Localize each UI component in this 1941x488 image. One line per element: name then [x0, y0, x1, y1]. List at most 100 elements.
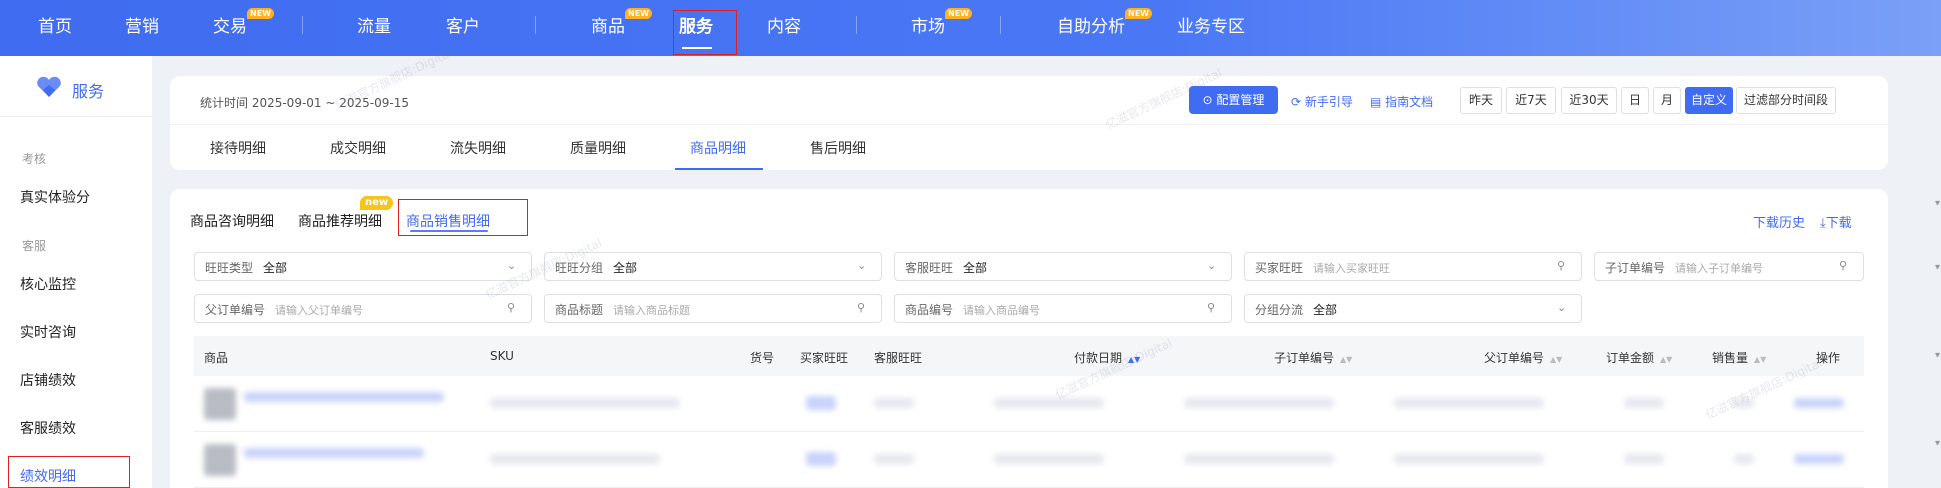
action-blurred[interactable]: [1794, 454, 1844, 464]
range-7days[interactable]: 近7天: [1506, 87, 1556, 114]
parent-order-blurred: [1394, 454, 1544, 464]
filter-sub-order[interactable]: 子订单编号 请输入子订单编号 ⚲: [1594, 252, 1864, 281]
filter-label: 旺旺类型: [205, 261, 254, 275]
sidebar-item-core-monitor[interactable]: 核心监控: [20, 274, 76, 294]
filter-product-code[interactable]: 商品编号 请输入商品编号 ⚲: [894, 294, 1232, 323]
cs-blurred: [874, 454, 914, 464]
tab-lost[interactable]: 流失明细: [450, 138, 506, 158]
settings-icon: ⊙: [1202, 93, 1217, 107]
sub-order-blurred: [1184, 454, 1334, 464]
subtab-product-consult[interactable]: 商品咨询明细: [190, 211, 274, 231]
download-history-link[interactable]: 下载历史: [1753, 212, 1805, 231]
filter-product-title[interactable]: 商品标题 请输入商品标题 ⚲: [544, 294, 882, 323]
product-name-blurred[interactable]: [244, 448, 424, 458]
column-cs-wangwang: 客服旺旺: [874, 351, 923, 365]
subtab-product-recommend[interactable]: 商品推荐明细: [298, 211, 382, 231]
nav-separator: [535, 16, 536, 34]
tab-after-sales[interactable]: 售后明细: [810, 138, 866, 158]
nav-item-market[interactable]: 市场 NEW: [911, 8, 972, 37]
chevron-down-icon[interactable]: ▾: [1935, 262, 1940, 273]
tab-reception[interactable]: 接待明细: [210, 138, 266, 158]
nav-separator: [856, 16, 857, 34]
nav-item-customer[interactable]: 客户: [446, 12, 480, 37]
nav-item-content[interactable]: 内容: [767, 12, 801, 37]
column-order-amount[interactable]: 订单金额 ▲▼: [1606, 349, 1672, 366]
filter-placeholder: 请输入子订单编号: [1675, 262, 1763, 275]
sidebar-item-store-performance[interactable]: 店铺绩效: [20, 370, 76, 390]
detail-card: 商品咨询明细 商品推荐明细 new 商品销售明细 下载历史 ⤓下载 旺旺类型 全…: [170, 189, 1888, 488]
search-icon: ⚲: [1557, 259, 1566, 272]
new-badge: new: [360, 196, 394, 210]
document-icon: ▤: [1370, 95, 1386, 109]
sort-icon[interactable]: ▲▼: [1660, 355, 1672, 364]
product-thumbnail: [204, 388, 236, 420]
product-name-blurred[interactable]: [244, 392, 444, 402]
range-custom[interactable]: 自定义: [1685, 87, 1733, 114]
sidebar-item-real-experience-score[interactable]: 真实体验分: [20, 187, 90, 207]
search-icon: ⚲: [1839, 259, 1848, 272]
filter-time-button[interactable]: 过滤部分时间段: [1736, 87, 1836, 114]
buyer-blurred[interactable]: [806, 396, 836, 410]
download-link[interactable]: ⤓下载: [1820, 212, 1852, 231]
tab-deal[interactable]: 成交明细: [330, 138, 386, 158]
search-icon: ⚲: [857, 301, 866, 314]
new-badge: NEW: [247, 8, 274, 19]
table-row[interactable]: [194, 376, 1864, 432]
nav-item-home[interactable]: 首页: [38, 12, 72, 37]
filter-value: 全部: [963, 261, 988, 275]
divider: [170, 124, 1888, 125]
column-sales-qty[interactable]: 销售量 ▲▼: [1712, 349, 1766, 366]
column-parent-order[interactable]: 父订单编号 ▲▼: [1484, 349, 1562, 366]
new-badge: NEW: [1125, 8, 1152, 19]
new-badge: NEW: [945, 8, 972, 19]
chevron-down-icon[interactable]: ▾: [1935, 350, 1940, 361]
filter-value: 全部: [613, 261, 638, 275]
divider: [0, 116, 152, 117]
nav-item-trade[interactable]: 交易 NEW: [213, 8, 274, 37]
doc-link[interactable]: ▤ 指南文档: [1370, 93, 1433, 110]
tab-product[interactable]: 商品明细: [690, 138, 746, 158]
range-yesterday[interactable]: 昨天: [1460, 87, 1502, 114]
nav-item-self-analysis[interactable]: 自助分析 NEW: [1057, 8, 1152, 37]
range-30days[interactable]: 近30天: [1561, 87, 1617, 114]
sort-icon[interactable]: ▲▼: [1550, 355, 1562, 364]
chevron-down-icon: ⌄: [857, 259, 867, 272]
filter-wangwang-group[interactable]: 旺旺分组 全部 ⌄: [544, 252, 882, 281]
guide-link[interactable]: ⟳ 新手引导: [1291, 93, 1353, 110]
tab-active-indicator: [675, 168, 763, 170]
filter-parent-order[interactable]: 父订单编号 请输入父订单编号 ⚲: [194, 294, 532, 323]
sort-icon[interactable]: ▲▼: [1754, 355, 1766, 364]
sidebar-item-cs-performance[interactable]: 客服绩效: [20, 418, 76, 438]
range-month[interactable]: 月: [1653, 87, 1681, 114]
sidebar-item-realtime-consult[interactable]: 实时咨询: [20, 322, 76, 342]
filter-placeholder: 请输入父订单编号: [275, 304, 363, 317]
chevron-down-icon[interactable]: ▾: [1935, 438, 1940, 449]
nav-item-business-zone[interactable]: 业务专区: [1177, 12, 1245, 37]
filter-wangwang-type[interactable]: 旺旺类型 全部 ⌄: [194, 252, 532, 281]
search-icon: ⚲: [507, 301, 516, 314]
filter-group-flow[interactable]: 分组分流 全部 ⌄: [1244, 294, 1582, 323]
buyer-blurred[interactable]: [806, 452, 836, 466]
column-sub-order[interactable]: 子订单编号 ▲▼: [1274, 349, 1352, 366]
nav-item-marketing[interactable]: 营销: [125, 12, 159, 37]
filter-placeholder: 请输入商品标题: [613, 304, 690, 317]
config-manage-button[interactable]: ⊙ 配置管理: [1189, 86, 1278, 114]
filter-buyer-wangwang[interactable]: 买家旺旺 请输入买家旺旺 ⚲: [1244, 252, 1582, 281]
filter-value: 全部: [1313, 303, 1338, 317]
nav-separator: [302, 16, 303, 34]
table-row[interactable]: [194, 432, 1864, 488]
filter-value: 全部: [263, 261, 288, 275]
column-item-no: 货号: [750, 351, 775, 365]
chevron-down-icon[interactable]: ▾: [1935, 198, 1940, 209]
action-blurred[interactable]: [1794, 398, 1844, 408]
tab-quality[interactable]: 质量明细: [570, 138, 626, 158]
guide-icon: ⟳: [1291, 95, 1305, 109]
range-day[interactable]: 日: [1621, 87, 1649, 114]
sort-icon[interactable]: ▲▼: [1340, 355, 1352, 364]
column-buyer-wangwang: 买家旺旺: [800, 351, 849, 365]
nav-item-traffic[interactable]: 流量: [357, 12, 391, 37]
date-blurred: [994, 398, 1104, 408]
sub-order-blurred: [1184, 398, 1334, 408]
filter-cs-wangwang[interactable]: 客服旺旺 全部 ⌄: [894, 252, 1232, 281]
nav-item-product[interactable]: 商品 NEW: [591, 8, 652, 37]
